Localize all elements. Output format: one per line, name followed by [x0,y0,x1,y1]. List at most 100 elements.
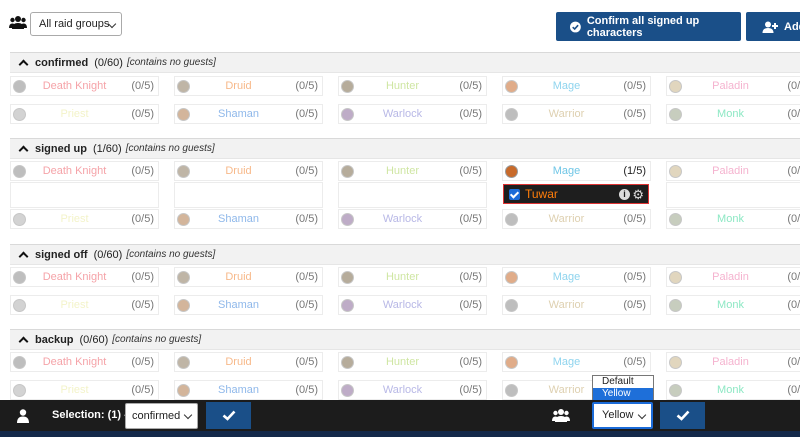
character-drop-zone [174,182,323,208]
class-slot-druid[interactable]: Druid (0/5) [174,352,323,372]
apply-color-button[interactable] [660,402,705,429]
warrior-class-icon [505,213,518,226]
info-icon[interactable]: i [619,189,630,200]
character-row-tuwar[interactable]: Tuwar i ⚙ [503,184,649,204]
class-slot-warlock[interactable]: Warlock (0/5) [338,209,487,229]
paladin-class-icon [669,165,682,178]
death-knight-class-icon [13,80,26,93]
class-slot-monk[interactable]: Monk (0/5) [666,104,800,124]
class-slot-paladin[interactable]: Paladin (0/5) [666,267,800,287]
class-name: Mage [552,165,581,177]
class-slot-mage[interactable]: Mage (1/5) [502,161,651,181]
class-slot-shaman[interactable]: Shaman (0/5) [174,209,323,229]
class-count: (0/5) [459,299,482,311]
class-slot-warlock[interactable]: Warlock (0/5) [338,380,487,400]
group-color-select[interactable]: Yellow [592,402,653,429]
footer-strip [0,431,800,437]
section-title: confirmed [35,56,89,69]
death-knight-class-icon [13,271,26,284]
class-count: (0/5) [787,299,800,311]
class-slot-mage[interactable]: Mage (0/5) [502,76,651,96]
collapse-chevron-icon[interactable] [18,336,29,346]
class-slot-warrior[interactable]: Warrior (0/5) [502,104,651,124]
section-header-signed-up[interactable]: signed up (1/60) [contains no guests] [10,138,800,159]
apply-status-button[interactable] [206,402,251,429]
class-slot-priest[interactable]: Priest (0/5) [10,380,159,400]
section-header-backup[interactable]: backup (0/60) [contains no guests] [10,329,800,350]
class-slot-monk[interactable]: Monk (0/5) [666,295,800,315]
raid-group-select[interactable]: All raid groups [30,12,122,36]
class-slot-hunter[interactable]: Hunter (0/5) [338,352,487,372]
status-select[interactable]: confirmed [125,403,198,429]
class-slot-druid[interactable]: Druid (0/5) [174,161,323,181]
class-slot-hunter[interactable]: Hunter (0/5) [338,76,487,96]
class-slot-warlock[interactable]: Warlock (0/5) [338,104,487,124]
check-icon [222,410,235,421]
class-slot-death-knight[interactable]: Death Knight (0/5) [10,267,159,287]
section-guests-note: [contains no guests] [125,143,215,154]
class-slot-warrior[interactable]: Warrior (0/5) [502,209,651,229]
class-count: (0/5) [295,356,318,368]
dropdown-option-default[interactable]: Default [593,376,653,388]
gear-icon[interactable]: ⚙ [632,187,644,203]
add-button[interactable]: Add [746,12,800,41]
class-slot-shaman[interactable]: Shaman (0/5) [174,295,323,315]
confirm-all-button[interactable]: Confirm all signed up characters [556,12,741,41]
class-name: Druid [225,80,252,92]
raid-group-select-value: All raid groups [39,18,110,30]
class-slot-warlock[interactable]: Warlock (0/5) [338,295,487,315]
character-select-checkbox[interactable] [509,188,520,200]
class-slot-mage[interactable]: Mage (0/5) [502,352,651,372]
class-slot-shaman[interactable]: Shaman (0/5) [174,104,323,124]
collapse-chevron-icon[interactable] [18,251,29,261]
warlock-class-icon [341,299,354,312]
class-count: (1/5) [623,165,646,177]
class-name: Druid [225,356,252,368]
class-count: (0/5) [131,271,154,283]
class-count: (0/5) [295,299,318,311]
class-slot-druid[interactable]: Druid (0/5) [174,76,323,96]
collapse-chevron-icon[interactable] [18,145,29,155]
class-slot-priest[interactable]: Priest (0/5) [10,295,159,315]
dropdown-option-yellow[interactable]: Yellow [593,388,653,400]
class-name: Monk [717,213,744,225]
section-header-signed-off[interactable]: signed off (0/60) [contains no guests] [10,244,800,265]
confirm-all-label: Confirm all signed up characters [586,14,700,39]
class-slot-hunter[interactable]: Hunter (0/5) [338,161,487,181]
class-slot-priest[interactable]: Priest (0/5) [10,104,159,124]
class-name: Shaman [218,384,259,396]
class-count: (0/5) [623,299,646,311]
class-count: (0/5) [131,384,154,396]
death-knight-class-icon [13,356,26,369]
class-slot-warrior[interactable]: Warrior (0/5) [502,295,651,315]
class-name: Monk [717,108,744,120]
class-count: (0/5) [131,213,154,225]
warrior-class-icon [505,108,518,121]
section-header-confirmed[interactable]: confirmed (0/60) [contains no guests] [10,52,800,73]
class-slot-shaman[interactable]: Shaman (0/5) [174,380,323,400]
druid-class-icon [177,165,190,178]
class-slot-death-knight[interactable]: Death Knight (0/5) [10,161,159,181]
priest-class-icon [13,299,26,312]
collapse-chevron-icon[interactable] [18,59,29,69]
class-slot-monk[interactable]: Monk (0/5) [666,209,800,229]
class-slot-monk[interactable]: Monk (0/5) [666,380,800,400]
class-slot-priest[interactable]: Priest (0/5) [10,209,159,229]
class-slot-death-knight[interactable]: Death Knight (0/5) [10,352,159,372]
class-name: Warrior [548,213,585,225]
raid-planner: All raid groups Confirm all signed up ch… [0,0,800,437]
class-slot-hunter[interactable]: Hunter (0/5) [338,267,487,287]
class-slot-paladin[interactable]: Paladin (0/5) [666,352,800,372]
class-count: (0/5) [459,165,482,177]
hunter-class-icon [341,165,354,178]
class-slot-paladin[interactable]: Paladin (0/5) [666,161,800,181]
class-slot-mage[interactable]: Mage (0/5) [502,267,651,287]
class-count: (0/5) [295,384,318,396]
druid-class-icon [177,271,190,284]
class-name: Shaman [218,299,259,311]
class-slot-druid[interactable]: Druid (0/5) [174,267,323,287]
monk-class-icon [669,384,682,397]
class-slot-death-knight[interactable]: Death Knight (0/5) [10,76,159,96]
priest-class-icon [13,384,26,397]
class-slot-paladin[interactable]: Paladin (0/5) [666,76,800,96]
